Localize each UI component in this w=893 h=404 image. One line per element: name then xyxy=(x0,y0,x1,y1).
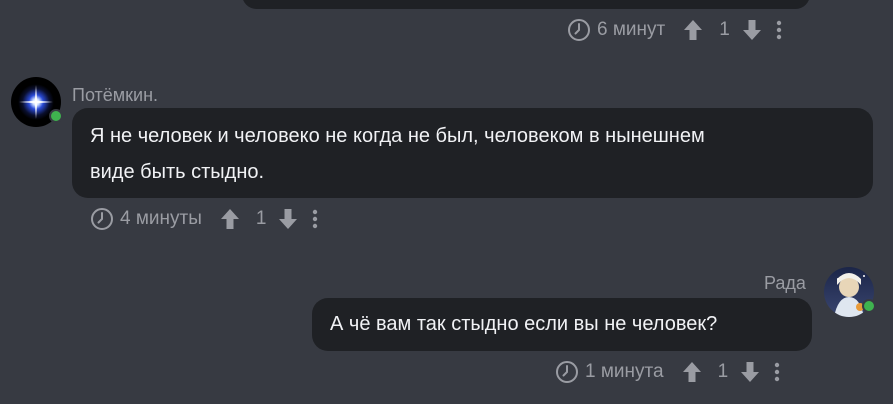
clock-icon xyxy=(568,19,590,41)
vote-count: 1 xyxy=(717,361,729,382)
more-vertical-icon[interactable] xyxy=(312,209,318,229)
message-bubble: Я не человек и человеко не когда не был,… xyxy=(72,108,873,198)
vote-count: 1 xyxy=(719,19,730,40)
clock-icon xyxy=(91,208,113,230)
timestamp-text: 6 минут xyxy=(597,19,666,40)
online-status-indicator xyxy=(49,109,63,123)
author-name[interactable]: Рада xyxy=(764,273,806,294)
message-meta: 1 минута 1 xyxy=(555,357,780,387)
avatar[interactable] xyxy=(11,77,63,127)
upvote-arrow-icon[interactable] xyxy=(220,208,240,230)
message-text-line: Я не человек и человеко не когда не был,… xyxy=(90,125,705,147)
downvote-arrow-icon[interactable] xyxy=(278,208,298,230)
timestamp: 4 минуты xyxy=(90,207,202,231)
timestamp: 1 минута xyxy=(555,360,664,384)
clock-icon xyxy=(556,361,578,383)
upvote-arrow-icon[interactable] xyxy=(682,361,702,383)
downvote-arrow-icon[interactable] xyxy=(740,361,760,383)
message-text-line: виде быть стыдно. xyxy=(90,161,265,183)
timestamp-text: 4 минуты xyxy=(120,208,202,229)
upvote-arrow-icon[interactable] xyxy=(683,19,703,41)
message-meta: 4 минуты 1 xyxy=(90,204,318,234)
vote-count: 1 xyxy=(255,208,267,229)
timestamp-text: 1 минута xyxy=(585,361,664,382)
avatar[interactable] xyxy=(824,267,876,317)
message-text-line: А чё вам так стыдно если вы не человек? xyxy=(330,313,718,335)
timestamp: 6 минут xyxy=(567,18,665,42)
online-status-indicator xyxy=(862,299,876,313)
message-bubble: А чё вам так стыдно если вы не человек? xyxy=(312,298,812,351)
author-name[interactable]: Потёмкин. xyxy=(72,85,158,106)
previous-message-bubble xyxy=(242,0,810,9)
more-vertical-icon[interactable] xyxy=(774,362,780,382)
previous-message-meta: 6 минут 1 xyxy=(567,15,782,45)
more-vertical-icon[interactable] xyxy=(776,20,782,40)
downvote-arrow-icon[interactable] xyxy=(742,19,762,41)
